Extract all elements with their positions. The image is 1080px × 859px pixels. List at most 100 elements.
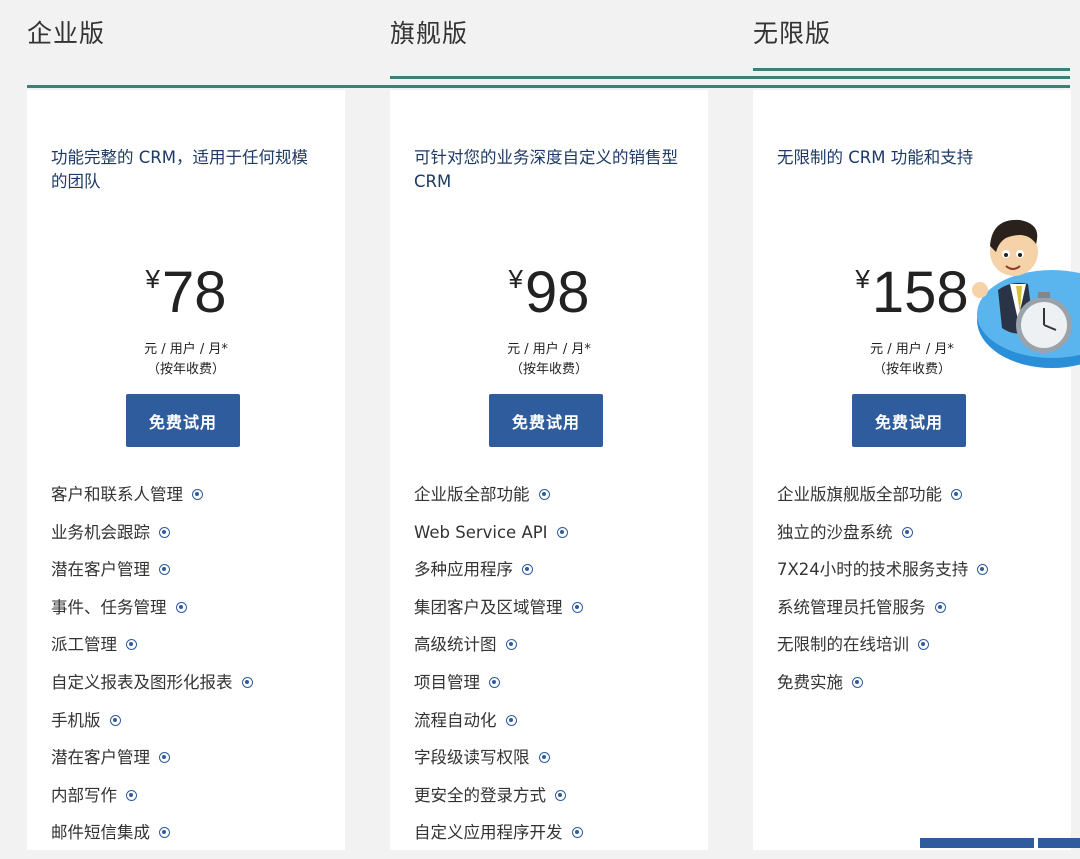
feature-label: 7X24小时的技术服务支持	[777, 560, 969, 580]
feature-item: 独立的沙盘系统	[777, 521, 988, 559]
feature-label: 潜在客户管理	[51, 748, 150, 768]
price-value: 78	[161, 260, 227, 325]
feature-item: 系统管理员托管服务	[777, 596, 988, 634]
feature-label: 高级统计图	[414, 635, 497, 655]
feature-label: 自定义报表及图形化报表	[51, 672, 233, 692]
feature-item: 流程自动化	[414, 709, 583, 747]
price-unit: 元 / 用户 / 月* （按年收费）	[27, 340, 345, 380]
feature-item: 无限制的在线培训	[777, 633, 988, 671]
feature-item: 7X24小时的技术服务支持	[777, 558, 989, 596]
info-icon[interactable]	[977, 564, 989, 576]
feature-list: 企业版旗舰版全部功能 独立的沙盘系统 7X24小时的技术服务支持系统管理员托管服务无…	[777, 483, 989, 709]
feature-label: 集团客户及区域管理	[414, 597, 563, 617]
bottom-button-edge[interactable]	[920, 838, 1034, 848]
feature-item: 潜在客户管理	[51, 558, 253, 596]
bottom-button-edge[interactable]	[1038, 838, 1080, 848]
price-unit-line: 元 / 用户 / 月*	[507, 342, 591, 357]
plan-description: 无限制的 CRM 功能和支持	[777, 148, 974, 167]
info-icon[interactable]	[159, 526, 170, 538]
info-icon[interactable]	[951, 489, 962, 500]
feature-label: 企业版旗舰版全部功能	[777, 485, 942, 504]
info-icon[interactable]	[505, 714, 517, 726]
info-icon[interactable]	[555, 789, 566, 801]
info-icon[interactable]	[192, 489, 203, 500]
info-icon[interactable]	[159, 564, 170, 576]
feature-label: 项目管理	[414, 672, 480, 692]
currency-symbol: ¥	[145, 264, 160, 294]
info-icon[interactable]	[901, 526, 913, 538]
feature-label: 潜在客户管理	[51, 560, 150, 580]
plan-description: 可针对您的业务深度自定义的销售型 CRM	[414, 148, 678, 191]
feature-list: 客户和联系人管理 业务机会跟踪 潜在客户管理 事件、任务管理 派工管理 自定义报表及图形化…	[51, 483, 253, 859]
info-icon[interactable]	[175, 601, 187, 613]
currency-symbol: ¥	[508, 264, 523, 294]
info-icon[interactable]	[934, 601, 946, 613]
info-icon[interactable]	[489, 676, 500, 688]
feature-item: 派工管理	[51, 633, 253, 671]
feature-label: 手机版	[51, 710, 101, 730]
plan-card-enterprise: 功能完整的 CRM，适用于任何规模的团队 ¥78 元 / 用户 / 月* （按年…	[27, 90, 345, 850]
free-trial-button[interactable]: 免费试用	[126, 394, 240, 447]
feature-item: 客户和联系人管理	[51, 483, 253, 521]
feature-item: 字段级读写权限	[414, 746, 583, 784]
tab-flagship[interactable]: 旗舰版	[390, 14, 468, 50]
info-icon[interactable]	[852, 676, 863, 688]
tab-divider-line	[390, 76, 1070, 79]
info-icon[interactable]	[126, 789, 137, 801]
info-icon[interactable]	[159, 827, 170, 839]
feature-list: 企业版全部功能 Web Service API 多种应用程序集团客户及区域管理 高级统…	[414, 483, 583, 859]
feature-label: 企业版全部功能	[414, 485, 530, 504]
info-icon[interactable]	[522, 564, 533, 576]
info-icon[interactable]	[505, 639, 517, 651]
feature-item: 潜在客户管理	[51, 746, 253, 784]
info-icon[interactable]	[538, 752, 550, 764]
feature-label: 免费实施	[777, 672, 843, 692]
info-icon[interactable]	[126, 639, 137, 651]
feature-label: 客户和联系人管理	[51, 485, 183, 504]
price-unit-line: 元 / 用户 / 月*	[144, 342, 228, 357]
feature-label: 字段级读写权限	[414, 748, 530, 768]
feature-item: 项目管理	[414, 671, 583, 709]
info-icon[interactable]	[538, 489, 550, 500]
billing-note: （按年收费）	[509, 362, 588, 377]
plan-price: ¥78	[27, 258, 345, 328]
feature-label: 内部写作	[51, 785, 117, 805]
tab-active-indicator	[753, 68, 1070, 71]
info-icon[interactable]	[159, 752, 170, 764]
info-icon[interactable]	[571, 601, 583, 613]
feature-item: 高级统计图	[414, 633, 583, 671]
feature-label: 多种应用程序	[414, 560, 513, 580]
feature-item: 自定义应用程序开发	[414, 821, 583, 859]
feature-item: 免费实施	[777, 671, 988, 709]
free-trial-button[interactable]: 免费试用	[852, 394, 966, 447]
feature-label: Web Service API	[414, 522, 548, 542]
tab-enterprise[interactable]: 企业版	[27, 14, 105, 50]
feature-label: 自定义应用程序开发	[414, 823, 563, 843]
currency-symbol: ¥	[855, 264, 870, 294]
price-value: 98	[524, 260, 590, 325]
feature-item: 集团客户及区域管理	[414, 596, 583, 634]
feature-item: 企业版旗舰版全部功能	[777, 483, 988, 521]
feature-item: 更安全的登录方式	[414, 784, 583, 822]
tab-baseline	[27, 85, 1070, 88]
billing-note: （按年收费）	[146, 362, 225, 377]
feature-item: 企业版全部功能	[414, 483, 583, 521]
info-icon[interactable]	[241, 676, 253, 688]
feature-item: 邮件短信集成	[51, 821, 253, 859]
info-icon[interactable]	[109, 714, 121, 726]
feature-item: 自定义报表及图形化报表	[51, 671, 253, 709]
plan-card-unlimited: 无限制的 CRM 功能和支持 ¥158 元 / 用户 / 月* （按年收费） 免…	[753, 90, 1071, 850]
price-unit: 元 / 用户 / 月* （按年收费）	[390, 340, 708, 380]
feature-label: 更安全的登录方式	[414, 785, 546, 805]
info-icon[interactable]	[556, 526, 568, 538]
tab-unlimited[interactable]: 无限版	[753, 14, 831, 50]
businessman-clock-illustration	[972, 219, 1080, 368]
info-icon[interactable]	[918, 639, 929, 651]
feature-item: 事件、任务管理	[51, 596, 253, 634]
feature-label: 流程自动化	[414, 710, 497, 730]
feature-label: 独立的沙盘系统	[777, 522, 893, 542]
info-icon[interactable]	[571, 827, 583, 839]
plan-price: ¥98	[390, 258, 708, 328]
free-trial-button[interactable]: 免费试用	[489, 394, 603, 447]
plan-card-flagship: 可针对您的业务深度自定义的销售型 CRM ¥98 元 / 用户 / 月* （按年…	[390, 90, 708, 850]
